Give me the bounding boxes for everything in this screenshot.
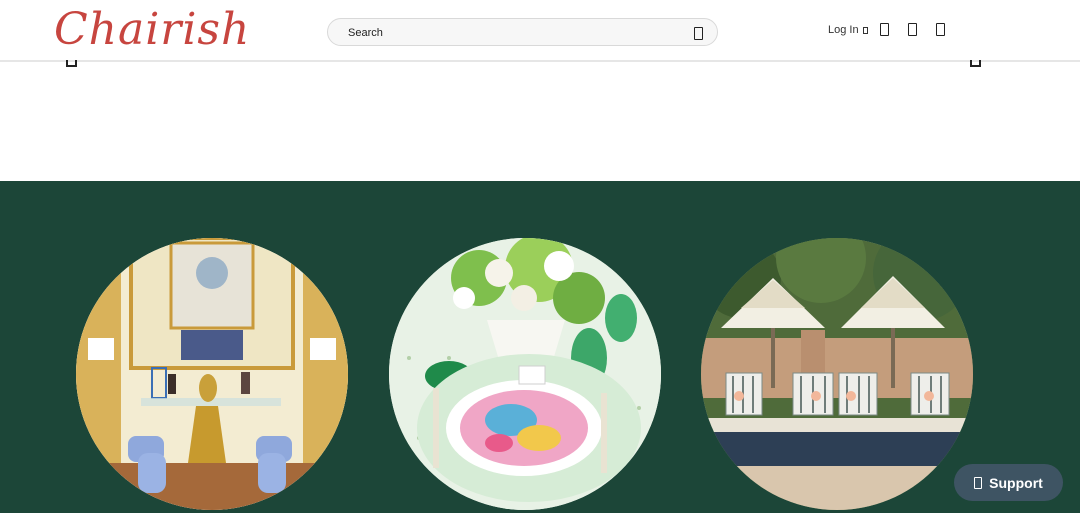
cart-icon[interactable] bbox=[908, 23, 917, 36]
heart-icon[interactable] bbox=[880, 23, 889, 36]
search-input[interactable] bbox=[348, 25, 678, 41]
carousel-prev-icon[interactable] bbox=[66, 60, 77, 67]
category-image-interior[interactable] bbox=[76, 238, 348, 510]
chat-icon bbox=[974, 476, 983, 489]
category-image-poolside[interactable] bbox=[701, 238, 973, 510]
site-header: Chairish Log In bbox=[0, 0, 1080, 62]
search-bar[interactable] bbox=[327, 18, 718, 46]
search-icon[interactable] bbox=[694, 27, 703, 40]
support-button[interactable]: Support bbox=[954, 464, 1063, 501]
chairish-logo[interactable]: Chairish bbox=[54, 2, 250, 58]
menu-icon[interactable] bbox=[936, 23, 945, 36]
carousel-next-icon[interactable] bbox=[970, 60, 981, 67]
user-icon bbox=[862, 26, 868, 34]
login-link[interactable]: Log In bbox=[828, 24, 868, 36]
support-label: Support bbox=[989, 474, 1043, 491]
interior-illustration bbox=[76, 238, 348, 510]
category-image-tablescape[interactable] bbox=[389, 238, 661, 510]
login-label: Log In bbox=[828, 24, 859, 36]
poolside-illustration bbox=[701, 238, 973, 510]
tablescape-illustration bbox=[389, 238, 661, 510]
